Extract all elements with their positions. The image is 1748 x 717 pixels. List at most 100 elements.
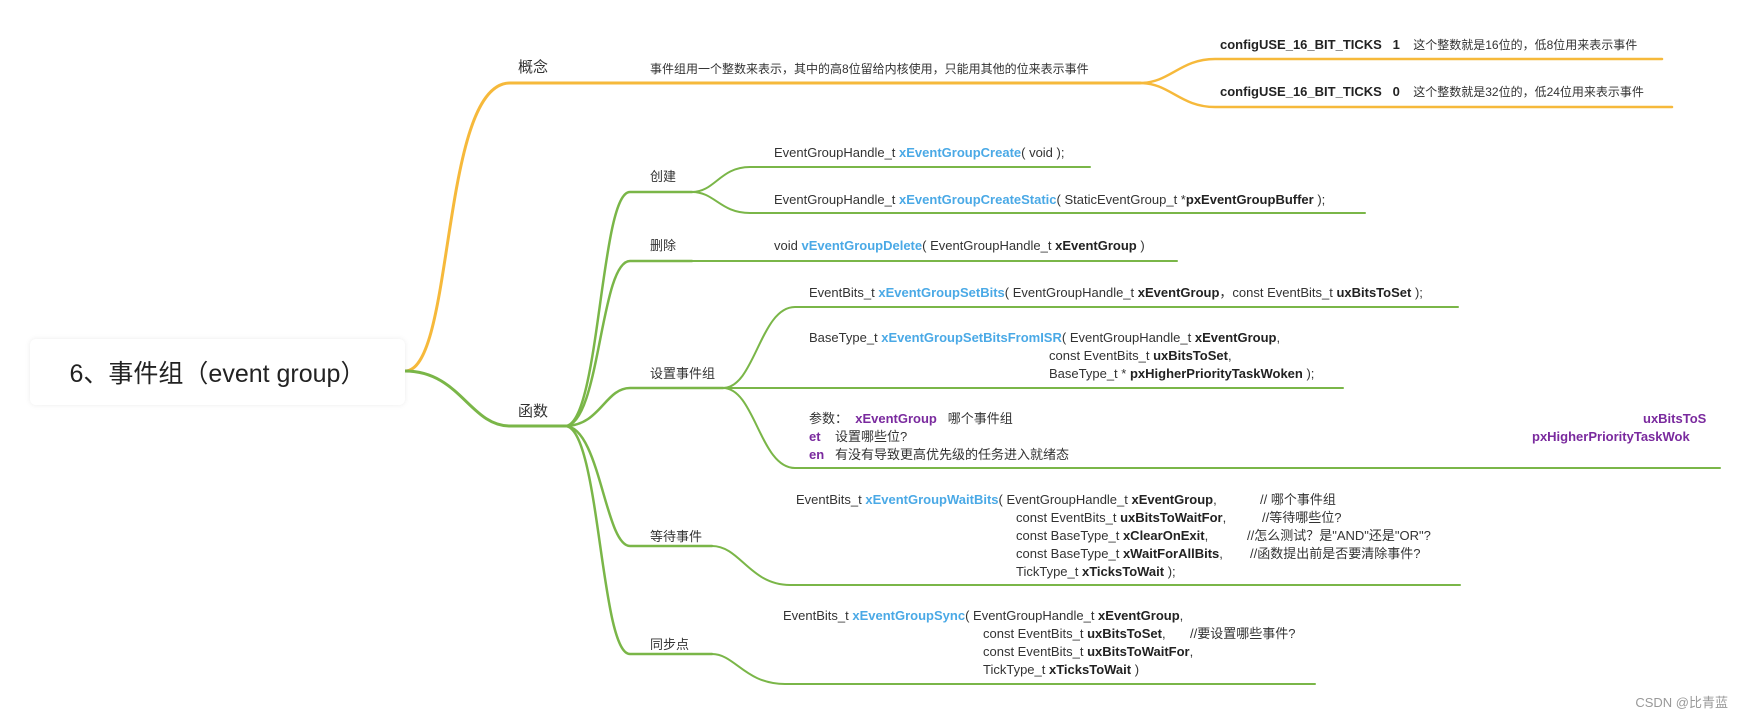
wait-row1-pre: const EventBits_t: [1016, 510, 1121, 525]
node-delete[interactable]: 删除: [650, 237, 676, 255]
wait-row3-pre: const BaseType_t: [1016, 546, 1123, 561]
set-fn-name: xEventGroupSetBits: [878, 285, 1005, 300]
create2-arg: pxEventGroupBuffer: [1185, 192, 1314, 207]
wait-row2-post: ,: [1204, 528, 1209, 543]
wait-line-4: TickType_t xTicksToWait );: [1016, 563, 1176, 581]
set-isr-arg1: xEventGroup: [1194, 330, 1277, 345]
sync-row0-pre: ( EventGroupHandle_t: [965, 608, 1099, 623]
param-xeventgroup: xEventGroup: [855, 411, 937, 426]
sync-fn-name: xEventGroupSync: [852, 608, 966, 623]
config-32-bit: configUSE_16_BIT_TICKS 0 这个整数就是32位的，低24位…: [1220, 83, 1644, 101]
param-et: et: [809, 429, 821, 444]
create-static2-line: EventGroupHandle_t xEventGroupCreateStat…: [774, 191, 1325, 209]
wait-row2-arg: xClearOnExit: [1122, 528, 1205, 543]
sync-row0-post: ,: [1179, 608, 1184, 623]
sync-line-0: EventBits_t xEventGroupSync( EventGroupH…: [783, 607, 1183, 625]
config-16-note: 这个整数就是16位的，低8位用来表示事件: [1413, 38, 1638, 52]
wait-line-3: const BaseType_t xWaitForAllBits,: [1016, 545, 1223, 563]
config-16-macro: configUSE_16_BIT_TICKS 1: [1220, 37, 1400, 52]
create2-post: );: [1313, 192, 1326, 207]
sync-row1-post: ,: [1161, 626, 1166, 641]
set-isr-row2-pre: const EventBits_t: [1049, 348, 1154, 363]
create2-fn-name: xEventGroupCreateStatic: [899, 192, 1057, 207]
set-isr-row2-arg: uxBitsToSet: [1153, 348, 1228, 363]
delete-fn-name: vEventGroupDelete: [801, 238, 923, 253]
sync-row2-post: ,: [1189, 644, 1194, 659]
wait-row2-pre: const BaseType_t: [1016, 528, 1123, 543]
wait-row1-post: ,: [1222, 510, 1227, 525]
create-ret: EventGroupHandle_t: [774, 145, 900, 160]
wait-row3-comment: //函数提出前是否要清除事件?: [1250, 546, 1421, 561]
set-isr-line-1: BaseType_t xEventGroupSetBitsFromISR( Ev…: [809, 329, 1280, 347]
sync-row0-arg: xEventGroup: [1098, 608, 1180, 623]
root-title: 6、事件组（event group）: [69, 360, 366, 388]
set-isr-ret: BaseType_t: [809, 330, 882, 345]
sync-row2-arg: uxBitsToWaitFor: [1087, 644, 1190, 659]
delete-line: void vEventGroupDelete( EventGroupHandle…: [774, 237, 1145, 255]
config-32-note: 这个整数就是32位的，低24位用来表示事件: [1413, 85, 1644, 99]
param-xeventgroup-desc: 哪个事件组: [947, 411, 1013, 426]
set-isr-line-3: BaseType_t * pxHigherPriorityTaskWoken )…: [1049, 365, 1314, 383]
wait-line-0: EventBits_t xEventGroupWaitBits( EventGr…: [796, 491, 1217, 509]
set-post: );: [1411, 285, 1423, 300]
node-set[interactable]: 设置事件组: [650, 365, 715, 383]
create-static-line: EventGroupHandle_t xEventGroupCreate( vo…: [774, 144, 1064, 162]
wait-line-2: const BaseType_t xClearOnExit,: [1016, 527, 1208, 545]
node-create[interactable]: 创建: [650, 168, 676, 186]
sync-line-1: const EventBits_t uxBitsToSet,: [983, 625, 1166, 643]
node-sync[interactable]: 同步点: [650, 636, 689, 654]
sync-row1-comment: //要设置哪些事件?: [1190, 626, 1296, 641]
wait-row0-post: ,: [1213, 492, 1217, 507]
set-isr-post1: ,: [1276, 330, 1281, 345]
sync-ret: EventBits_t: [783, 608, 853, 623]
set-pre2: ，const EventBits_t: [1219, 285, 1337, 300]
wait-ret: EventBits_t: [796, 492, 866, 507]
sync-row3-arg: xTicksToWait: [1048, 662, 1132, 677]
param-en: en: [809, 447, 825, 462]
wait-row0-pre: ( EventGroupHandle_t: [998, 492, 1132, 507]
wait-row0-comment: // 哪个事件组: [1260, 492, 1336, 507]
set-params-line-2: et 设置哪些位?: [809, 428, 907, 446]
sync-row1-pre: const EventBits_t: [983, 626, 1088, 641]
set-isr-fn-name: xEventGroupSetBitsFromISR: [881, 330, 1062, 345]
param-en-desc: 有没有导致更高优先级的任务进入就绪态: [835, 447, 1070, 462]
delete-arg: xEventGroup: [1055, 238, 1137, 253]
set-isr-row3-pre: BaseType_t *: [1049, 366, 1130, 381]
sync-line-3: TickType_t xTicksToWait ): [983, 661, 1139, 679]
wait-row4-pre: TickType_t: [1016, 564, 1082, 579]
delete-ret: void: [774, 238, 802, 253]
node-functions[interactable]: 函数: [518, 403, 548, 421]
sync-line-2: const EventBits_t uxBitsToWaitFor,: [983, 643, 1193, 661]
param-right-1: uxBitsToS: [1643, 411, 1707, 426]
param-et-desc: 设置哪些位?: [835, 429, 908, 444]
set-params-line-3: en 有没有导致更高优先级的任务进入就绪态: [809, 446, 1069, 464]
wait-fn-name: xEventGroupWaitBits: [865, 492, 999, 507]
wait-row0-arg: xEventGroup: [1131, 492, 1214, 507]
set-isr-row2-post: ,: [1227, 348, 1232, 363]
node-wait[interactable]: 等待事件: [650, 528, 702, 546]
sync-row1-arg: uxBitsToSet: [1087, 626, 1162, 641]
set-params-line-1: 参数： xEventGroup 哪个事件组: [809, 410, 1013, 428]
delete-pre: ( EventGroupHandle_t: [922, 238, 1056, 253]
delete-post: ): [1136, 238, 1145, 253]
wait-row3-post: ,: [1219, 546, 1223, 561]
config-16-bit: configUSE_16_BIT_TICKS 1 这个整数就是16位的，低8位用…: [1220, 36, 1637, 54]
wait-row2-comment: //怎么测试？是"AND"还是"OR"?: [1247, 528, 1431, 543]
wait-row1-comment: //等待哪些位?: [1262, 510, 1342, 525]
params-label: 参数：: [809, 411, 849, 426]
wait-row4-post: );: [1164, 564, 1176, 579]
branch-delete: [563, 259, 694, 428]
set-isr-pre1: ( EventGroupHandle_t: [1061, 330, 1195, 345]
set-ret: EventBits_t: [809, 285, 879, 300]
create2-ret: EventGroupHandle_t: [774, 192, 900, 207]
create2-pre: ( StaticEventGroup_t *: [1056, 192, 1186, 207]
wait-row4-arg: xTicksToWait: [1081, 564, 1165, 579]
wait-line-1: const EventBits_t uxBitsToWaitFor,: [1016, 509, 1226, 527]
param-right-2: pxHigherPriorityTaskWok: [1532, 429, 1690, 444]
root-node[interactable]: 6、事件组（event group）: [30, 339, 405, 405]
create-args: ( void );: [1021, 145, 1065, 160]
sync-row3-pre: TickType_t: [983, 662, 1049, 677]
node-concept[interactable]: 概念: [518, 59, 548, 77]
config-32-macro: configUSE_16_BIT_TICKS 0: [1220, 84, 1400, 99]
branch-create: [563, 190, 694, 428]
